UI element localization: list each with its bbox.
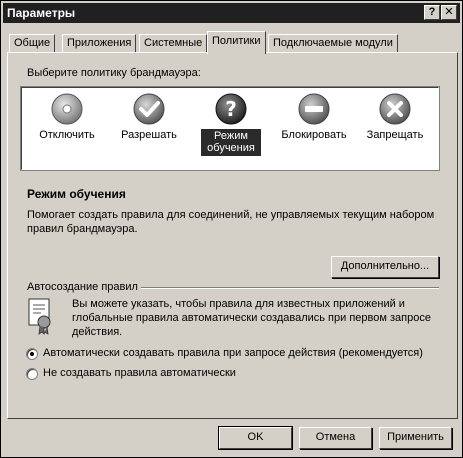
radio-no-auto-create-label[interactable]: Не создавать правила автоматически [43,367,236,379]
question-icon: ? [215,93,247,125]
policy-selector: Отключить Разрешать ? Режим обучения Бло… [20,86,440,171]
tab-applications[interactable]: Приложения [62,34,137,53]
tab-policies[interactable]: Политики [207,31,266,54]
policy-label-learning-line2: обучения [207,142,255,154]
policy-label-learning-line1: Режим [214,130,248,142]
options-dialog: Параметры ? ✕ Общие Приложения Системные… [0,0,463,458]
policy-option-allow[interactable]: Разрешать [109,92,189,166]
disable-icon [51,93,83,125]
policy-description-line1: Помогает создать правила для соединений,… [27,209,435,221]
help-button[interactable]: ? [424,5,440,20]
policy-option-disable[interactable]: Отключить [27,92,107,166]
apply-button[interactable]: Применить [379,427,452,449]
tab-plugins[interactable]: Подключаемые модули [268,34,398,53]
tab-general[interactable]: Общие [9,34,56,53]
deny-icon [379,93,411,125]
policy-label-allow: Разрешать [121,129,177,141]
cancel-button[interactable]: Отмена [299,427,372,449]
svg-text:?: ? [225,97,237,121]
policy-option-learning[interactable]: ? Режим обучения [191,92,271,166]
ok-button[interactable]: OK [218,426,293,450]
autocreate-info-line2: глобальные правила автоматически создава… [72,312,431,324]
policy-option-deny[interactable]: Запрещать [355,92,435,166]
policy-label-disable: Отключить [39,129,95,141]
policy-label-learning: Режим обучения [201,129,261,156]
policy-description-line2: правил брандмауэра. [27,223,138,235]
tab-system[interactable]: Системные [139,34,208,53]
title-bar: Параметры ? ✕ [3,3,460,23]
policy-label-block: Блокировать [281,129,347,141]
policy-option-block[interactable]: Блокировать [274,92,354,166]
check-icon [133,93,165,125]
tab-strip: Общие Приложения Системные Политики Подк… [7,31,457,54]
window-title: Параметры [7,6,76,20]
advanced-button[interactable]: Дополнительно... [331,256,439,278]
certificate-icon [28,298,51,335]
close-button[interactable]: ✕ [441,5,457,20]
policy-label-deny: Запрещать [366,129,424,141]
selected-policy-title: Режим обучения [27,187,126,201]
radio-auto-create[interactable] [26,348,38,360]
autocreate-group-label: Автосоздание правил [27,281,138,293]
block-icon [298,93,330,125]
autocreate-info-line1: Вы можете указать, чтобы правила для изв… [72,298,405,310]
group-divider [141,287,439,289]
policy-prompt: Выберите политику брандмауэра: [27,67,201,79]
radio-auto-create-label[interactable]: Автоматически создавать правила при запр… [43,347,423,359]
autocreate-info-line3: действия. [72,326,123,338]
radio-no-auto-create[interactable] [26,368,38,380]
